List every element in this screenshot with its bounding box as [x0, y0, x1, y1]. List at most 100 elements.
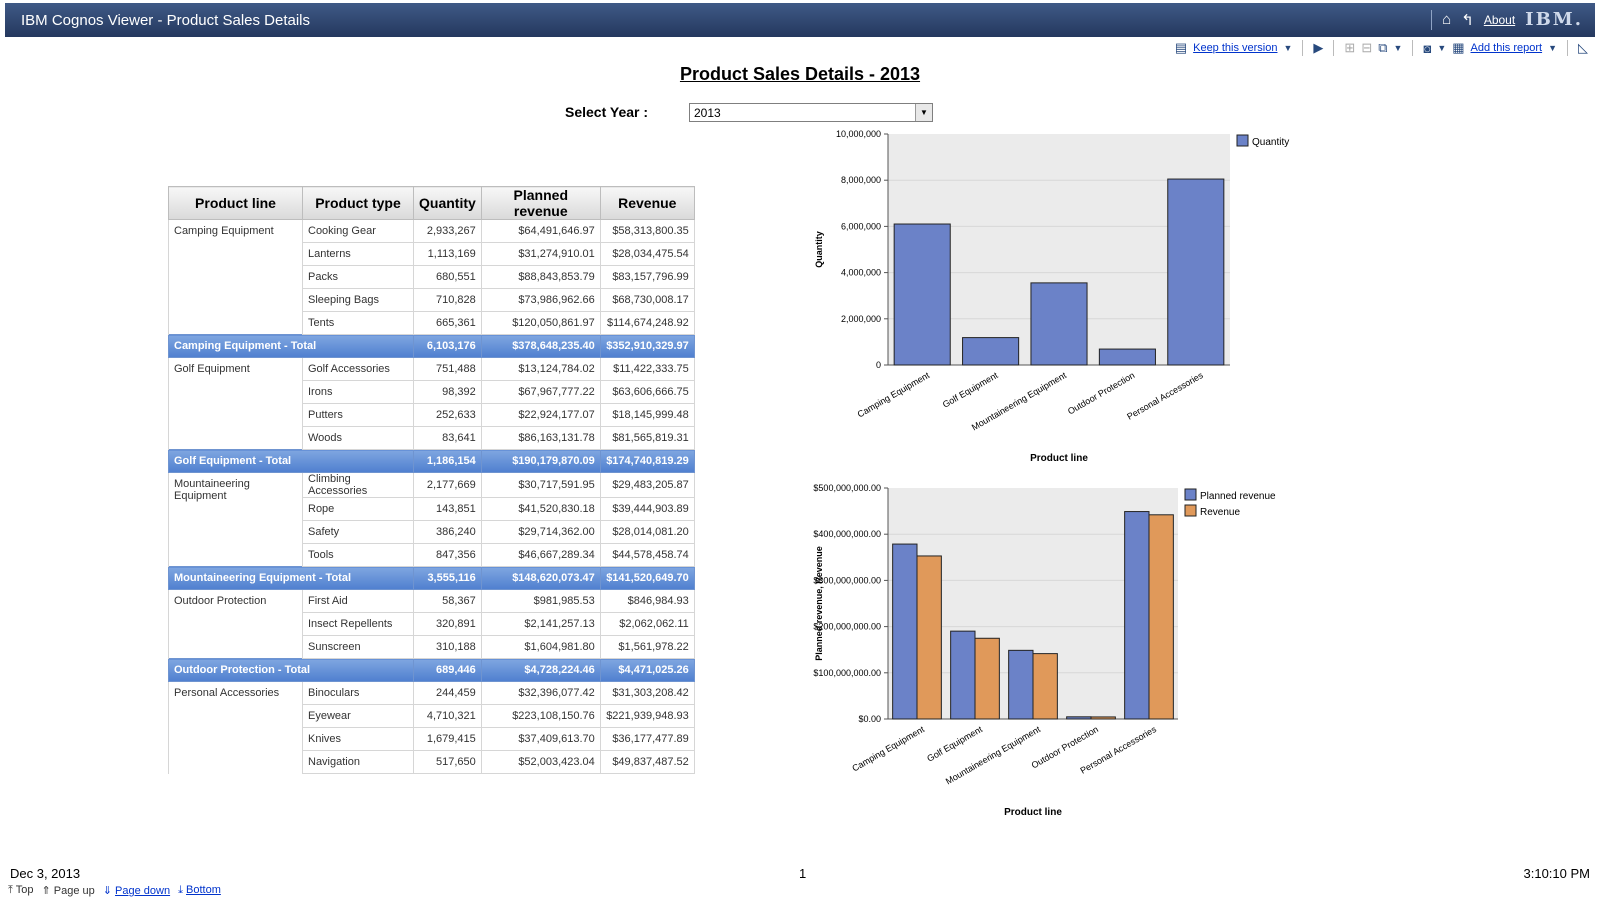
value-cell: 1,679,415 — [413, 727, 482, 751]
page-down-link[interactable]: ⇓ Page down — [103, 884, 170, 897]
value-cell: $44,578,458.74 — [599, 543, 695, 567]
total-value-cell: $148,620,073.47 — [480, 566, 601, 590]
page-navigation: ⤒ Top ⇑ Page up ⇓ Page down ⤓ Bottom — [8, 884, 221, 897]
product-line-cell: Mountaineering Equipment — [168, 472, 303, 567]
total-row: Camping Equipment - Total 6,103,176 $378,6… — [168, 334, 695, 358]
total-label-cell: Mountaineering Equipment - Total — [168, 566, 414, 590]
value-cell: 386,240 — [413, 520, 482, 544]
value-cell: $29,483,205.87 — [599, 472, 695, 498]
value-cell: $73,986,962.66 — [480, 288, 601, 312]
x-axis-title: Product line — [1030, 453, 1088, 464]
product-type-cell: Climbing Accessories — [302, 472, 414, 498]
value-cell: $46,667,289.34 — [480, 543, 601, 567]
total-row: Mountaineering Equipment - Total 3,555,11… — [168, 566, 695, 590]
page-down-label[interactable]: Page down — [115, 885, 170, 897]
legend-swatch — [1184, 504, 1197, 517]
value-cell: $221,939,948.93 — [599, 704, 695, 728]
return-icon[interactable]: ↰ — [1461, 11, 1474, 29]
product-type-cell: Tents — [302, 311, 414, 335]
value-cell: 751,488 — [413, 357, 482, 381]
product-type-cell: Insect Repellents — [302, 612, 414, 636]
product-type-cell: Knives — [302, 727, 414, 751]
value-cell: $11,422,333.75 — [599, 357, 695, 381]
chevron-down-icon[interactable]: ▼ — [1394, 43, 1403, 53]
product-line-cell: Camping Equipment — [168, 219, 303, 335]
product-type-cell: Safety — [302, 520, 414, 544]
bar — [950, 630, 976, 720]
y-tick-label: $400,000,000.00 — [813, 529, 881, 539]
chevron-down-icon[interactable]: ▼ — [1437, 43, 1446, 53]
chevron-down-icon[interactable]: ▼ — [915, 104, 932, 121]
value-cell: $41,520,830.18 — [480, 497, 601, 521]
value-cell: $83,157,796.99 — [599, 265, 695, 289]
value-cell: $81,565,819.31 — [599, 426, 695, 450]
about-link[interactable]: About — [1484, 13, 1515, 27]
run-icon[interactable]: ▶ — [1313, 40, 1323, 56]
bar — [1148, 514, 1174, 720]
year-select-value: 2013 — [694, 106, 721, 120]
top-label: Top — [15, 884, 34, 896]
drill-down-icon[interactable]: ⊞ — [1344, 40, 1355, 56]
chevron-down-icon[interactable]: ▼ — [1548, 43, 1557, 53]
product-type-cell: Rope — [302, 497, 414, 521]
value-cell: $88,843,853.79 — [480, 265, 601, 289]
x-tick-label: Camping Equipment — [856, 370, 932, 420]
bar — [1124, 511, 1150, 720]
value-cell: $120,050,861.97 — [480, 311, 601, 335]
product-type-cell: First Aid — [302, 589, 414, 613]
bar — [893, 223, 951, 366]
total-value-cell: $378,648,235.40 — [480, 334, 601, 358]
page-up-label: Page up — [53, 885, 95, 897]
value-cell: $18,145,999.48 — [599, 403, 695, 427]
keep-version-link[interactable]: Keep this version — [1193, 42, 1277, 54]
value-cell: 665,361 — [413, 311, 482, 335]
product-line-cell: Golf Equipment — [168, 357, 303, 450]
product-type-cell: Golf Accessories — [302, 357, 414, 381]
select-year-label: Select Year : — [565, 104, 649, 120]
divider — [1567, 40, 1568, 56]
keep-version-icon[interactable]: ▤ — [1175, 40, 1187, 56]
legend-label: Planned revenue — [1200, 491, 1276, 502]
add-report-icon[interactable]: ▦ — [1452, 40, 1464, 56]
product-line-cell: Personal Accessories — [168, 681, 303, 774]
value-cell: 244,459 — [413, 681, 482, 705]
related-links-icon[interactable]: ⧉ — [1378, 40, 1387, 56]
value-cell: $1,561,978.22 — [599, 635, 695, 659]
table-row: Mountaineering Equipment Climbing Accesso… — [168, 472, 695, 567]
y-tick-label: 4,000,000 — [841, 268, 881, 278]
product-type-cell: Woods — [302, 426, 414, 450]
title-bar-actions: ⌂ ↰ About IBM. — [1431, 9, 1583, 30]
value-cell: $32,396,077.42 — [480, 681, 601, 705]
triangle-ruler-icon[interactable]: ◺ — [1578, 40, 1588, 56]
bottom-link[interactable]: ⤓ Bottom — [178, 884, 221, 897]
total-label-cell: Outdoor Protection - Total — [168, 658, 414, 682]
product-type-cell: Lanterns — [302, 242, 414, 266]
total-row: Outdoor Protection - Total 689,446 $4,728,… — [168, 658, 695, 682]
y-tick-label: 0 — [876, 360, 881, 370]
total-value-cell: 689,446 — [413, 658, 482, 682]
value-cell: 1,113,169 — [413, 242, 482, 266]
product-sales-table: Product line Product type Quantity Plann… — [168, 186, 695, 774]
page-up-link: ⇑ Page up — [41, 884, 94, 897]
year-select[interactable]: 2013 ▼ — [689, 103, 933, 122]
drill-up-icon[interactable]: ⊟ — [1361, 40, 1372, 56]
total-value-cell: $190,179,870.09 — [480, 449, 601, 473]
footer-date: Dec 3, 2013 — [10, 866, 81, 881]
page-down-icon: ⇓ — [102, 885, 112, 897]
value-cell: $28,014,081.20 — [599, 520, 695, 544]
add-report-link[interactable]: Add this report — [1471, 42, 1543, 54]
total-value-cell: 1,186,154 — [413, 449, 482, 473]
y-tick-label: $500,000,000.00 — [813, 483, 881, 493]
bar — [962, 337, 1020, 366]
value-cell: $52,003,423.04 — [480, 750, 601, 774]
chevron-down-icon[interactable]: ▼ — [1284, 43, 1293, 53]
bottom-label[interactable]: Bottom — [186, 884, 221, 896]
home-icon[interactable]: ⌂ — [1442, 11, 1451, 28]
value-cell: 2,177,669 — [413, 472, 482, 498]
view-format-icon[interactable]: ◙ — [1423, 41, 1431, 56]
viewer-toolbar: ▤ Keep this version ▼ ▶ ⊞ ⊟ ⧉ ▼ ◙ ▼ ▦ Ad… — [1175, 40, 1588, 56]
product-type-cell: Tools — [302, 543, 414, 567]
product-type-cell: Sleeping Bags — [302, 288, 414, 312]
total-value-cell: $4,471,025.26 — [599, 658, 695, 682]
value-cell: $68,730,008.17 — [599, 288, 695, 312]
